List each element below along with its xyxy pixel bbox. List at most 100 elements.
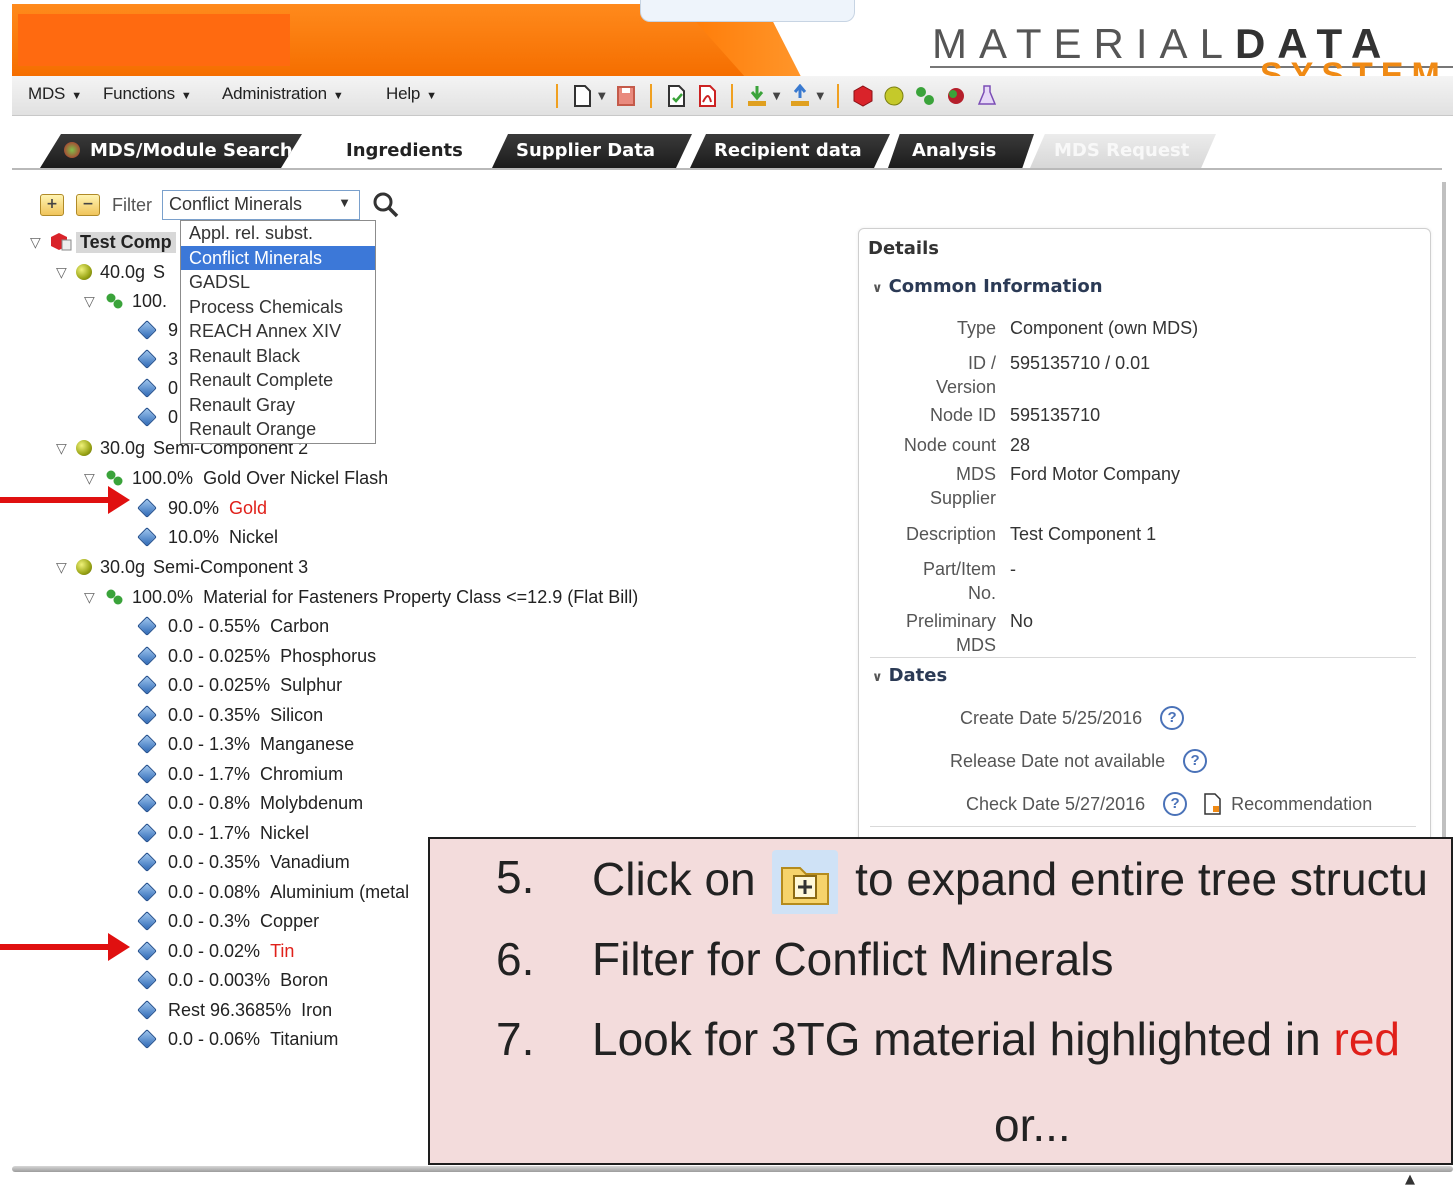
flask-icon[interactable] (976, 84, 998, 108)
tab-recipient-data[interactable]: Recipient data (690, 134, 890, 168)
tree-toggle-icon[interactable]: ▽ (84, 470, 104, 487)
tree-substance[interactable]: 0.0 - 0.3% Copper (136, 907, 319, 935)
material-icon[interactable] (914, 84, 936, 108)
filter-option[interactable]: REACH Annex XIV (181, 319, 375, 344)
filter-option[interactable]: Appl. rel. subst. (181, 221, 375, 246)
dates-header[interactable]: ∨ Dates (872, 665, 947, 686)
tree-name: S (153, 261, 166, 282)
tree-material-1[interactable]: ▽ 100. (84, 287, 167, 315)
tree-material-3[interactable]: ▽ 100.0% Material for Fasteners Property… (84, 583, 638, 611)
tree-substance[interactable]: 0.0 - 0.06% Titanium (136, 1025, 338, 1053)
tree-substance[interactable]: 0.0 - 0.003% Boron (136, 966, 328, 994)
tree-name: Copper (260, 910, 320, 931)
filter-option[interactable]: Renault Complete (181, 368, 375, 393)
tree-substance[interactable]: 0 (136, 403, 178, 431)
tree-toggle-icon[interactable]: ▽ (56, 559, 76, 576)
tree-substance[interactable]: 0.0 - 0.025% Phosphorus (136, 642, 376, 670)
tab-label: Ingredients (346, 140, 463, 161)
supplier-label-line1: MDS (956, 464, 996, 484)
filter-dropdown-list: Appl. rel. subst. Conflict Minerals GADS… (180, 220, 376, 444)
tree-toggle-icon[interactable]: ▽ (56, 440, 76, 457)
tree-substance[interactable]: 9 (136, 316, 178, 344)
tab-ingredients[interactable]: Ingredients (322, 134, 482, 168)
part-value: - (1010, 559, 1016, 579)
filter-option-selected[interactable]: Conflict Minerals (181, 245, 375, 270)
substance-group-icon[interactable] (945, 84, 967, 108)
new-document-icon[interactable] (571, 84, 593, 108)
filter-option[interactable]: Renault Orange (181, 417, 375, 442)
step-5-pre: Click on (592, 853, 756, 906)
tree-substance[interactable]: 0.0 - 0.8% Molybdenum (136, 789, 363, 817)
tree-substance[interactable]: 0.0 - 0.35% Silicon (136, 701, 323, 729)
filter-option[interactable]: Process Chemicals (181, 295, 375, 320)
tree-substance[interactable]: 0.0 - 1.7% Chromium (136, 760, 343, 788)
common-information-header[interactable]: ∨ Common Information (872, 276, 1103, 297)
filter-option[interactable]: GADSL (181, 270, 375, 295)
tree-substance[interactable]: Rest 96.3685% Iron (136, 996, 332, 1024)
search-icon[interactable] (372, 191, 400, 219)
chevron-down-icon[interactable]: ▼ (816, 91, 824, 102)
collapse-all-icon[interactable]: − (76, 194, 100, 216)
semi-component-icon[interactable] (883, 84, 905, 108)
menu-functions[interactable]: Functions ▼ (103, 84, 192, 104)
tree-substance-gold[interactable]: 90.0% Gold (136, 494, 267, 522)
tree-substance[interactable]: 0.0 - 0.35% Vanadium (136, 848, 350, 876)
chevron-down-icon[interactable]: ▼ (773, 91, 781, 102)
filter-option[interactable]: Renault Gray (181, 393, 375, 418)
tab-label: MDS Request (1054, 140, 1190, 161)
tree-substance[interactable]: 3 (136, 345, 178, 373)
help-icon[interactable]: ? (1160, 706, 1185, 730)
tree-substance[interactable]: 0 (136, 374, 178, 402)
chevron-down-icon: ▼ (180, 90, 192, 102)
tree-substance[interactable]: 0.0 - 0.025% Sulphur (136, 671, 342, 699)
bottom-scrollbar[interactable] (12, 1166, 1453, 1172)
annotation-arrow-tin (0, 933, 130, 961)
section-title: Dates (888, 665, 948, 686)
scroll-up-icon[interactable]: ▲ (1405, 1172, 1415, 1187)
help-icon[interactable]: ? (1163, 792, 1188, 816)
tab-mds-module-search[interactable]: MDS/Module Search (40, 134, 302, 168)
download-icon[interactable] (746, 84, 768, 108)
pdf-icon[interactable] (696, 84, 718, 108)
tree-toggle-icon[interactable]: ▽ (30, 234, 50, 251)
tree-substance[interactable]: 0.0 - 1.7% Nickel (136, 819, 309, 847)
tree-pct: 0.0 - 1.7% (168, 763, 251, 784)
tree-substance[interactable]: 0.0 - 1.3% Manganese (136, 730, 354, 758)
recommendation-link[interactable]: Recommendation (1231, 794, 1372, 815)
filter-select[interactable]: Conflict Minerals ▼ (162, 190, 360, 220)
chevron-down-icon[interactable]: ▼ (598, 91, 606, 102)
tab-supplier-data[interactable]: Supplier Data (492, 134, 692, 168)
menu-administration[interactable]: Administration ▼ (222, 84, 344, 104)
expand-all-icon[interactable]: + (40, 194, 64, 216)
tab-analysis[interactable]: Analysis (888, 134, 1034, 168)
step-number: 7. (496, 1013, 535, 1065)
tree-pct: 100. (132, 290, 168, 311)
tree-name: Semi-Component 3 (153, 556, 309, 577)
menu-mds[interactable]: MDS ▼ (28, 84, 82, 104)
check-date: Check Date 5/27/2016 (966, 793, 1146, 814)
supplier-value: Ford Motor Company (1010, 464, 1181, 484)
tree-root[interactable]: ▽ Test Comp (30, 228, 176, 256)
tree-substance-tin[interactable]: 0.0 - 0.02% Tin (136, 937, 294, 965)
tree-substance[interactable]: 0.0 - 0.08% Aluminium (metal (136, 878, 409, 906)
tree-substance[interactable]: 0.0 - 0.55% Carbon (136, 612, 329, 640)
tree-semi-component-1[interactable]: ▽ 40.0g S (56, 258, 165, 286)
filter-option[interactable]: Renault Black (181, 344, 375, 369)
tree-semi-component-3[interactable]: ▽ 30.0g Semi-Component 3 (56, 553, 308, 581)
menu-help[interactable]: Help ▼ (386, 84, 437, 104)
tree-substance[interactable]: 10.0% Nickel (136, 523, 278, 551)
tree-toggle-icon[interactable]: ▽ (56, 264, 76, 281)
help-icon[interactable]: ? (1183, 749, 1208, 773)
upload-icon[interactable] (789, 84, 811, 108)
substance-icon (137, 852, 157, 872)
tree-pct: 0.0 - 0.55% (168, 615, 261, 636)
tree-toggle-icon[interactable]: ▽ (84, 589, 104, 606)
create-date: Create Date 5/25/2016 (960, 707, 1143, 728)
document-check-icon[interactable] (665, 84, 687, 108)
tree-toggle-icon[interactable]: ▽ (84, 293, 104, 310)
component-icon[interactable] (852, 84, 874, 108)
tab-underline (12, 168, 1442, 170)
tree-name: Iron (301, 999, 333, 1020)
save-icon[interactable] (615, 84, 637, 108)
section-divider (870, 657, 1416, 658)
